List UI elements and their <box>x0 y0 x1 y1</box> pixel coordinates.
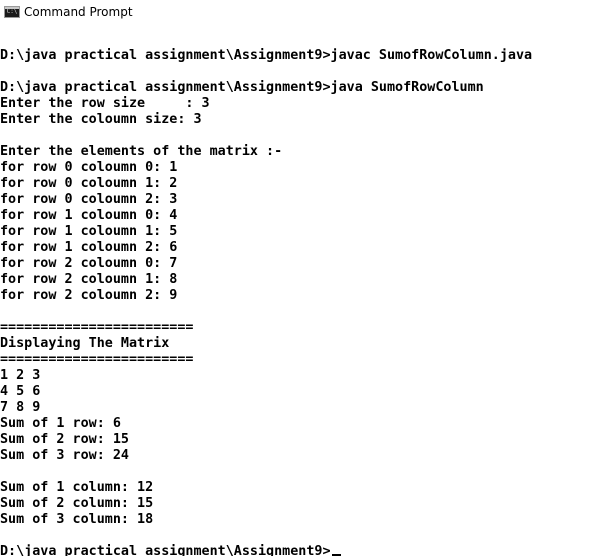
console-line: for row 1 coloumn 0: 4 <box>0 208 178 223</box>
console-line: 7 8 9 <box>0 400 41 415</box>
prompt-line[interactable]: D:\java practical assignment\Assignment9… <box>0 544 599 556</box>
title-bar[interactable]: C:\ Command Prompt <box>0 0 599 24</box>
console-line: D:\java practical assignment\Assignment9… <box>0 80 484 95</box>
console-line: for row 2 coloumn 1: 8 <box>0 272 178 287</box>
console-output[interactable]: D:\java practical assignment\Assignment9… <box>0 32 599 556</box>
console-line: Enter the coloumn size: 3 <box>0 112 202 127</box>
prompt-text: D:\java practical assignment\Assignment9… <box>0 544 331 556</box>
console-line: Displaying The Matrix <box>0 336 170 351</box>
console-line: 1 2 3 <box>0 368 41 383</box>
console-line: Sum of 2 column: 15 <box>0 496 154 511</box>
console-line: 4 5 6 <box>0 384 41 399</box>
cmd-icon: C:\ <box>4 6 20 18</box>
console-line: Sum of 1 row: 6 <box>0 416 121 431</box>
console-line: Enter the elements of the matrix :- <box>0 144 283 159</box>
console-line: Sum of 2 row: 15 <box>0 432 129 447</box>
console-line: D:\java practical assignment\Assignment9… <box>0 48 533 63</box>
console-line: for row 2 coloumn 0: 7 <box>0 256 178 271</box>
console-line: Sum of 1 column: 12 <box>0 480 154 495</box>
console-line: for row 0 coloumn 1: 2 <box>0 176 178 191</box>
console-line: Enter the row size : 3 <box>0 96 210 111</box>
console-line: for row 0 coloumn 0: 1 <box>0 160 178 175</box>
console-line: ======================== <box>0 352 194 367</box>
console-line: for row 2 coloumn 2: 9 <box>0 288 178 303</box>
window-title: Command Prompt <box>24 5 133 19</box>
console-line: Sum of 3 row: 24 <box>0 448 129 463</box>
console-line: for row 1 coloumn 2: 6 <box>0 240 178 255</box>
console-line: ======================== <box>0 320 194 335</box>
console-line: for row 1 coloumn 1: 5 <box>0 224 178 239</box>
console-line: Sum of 3 column: 18 <box>0 512 154 527</box>
console-line: for row 0 coloumn 2: 3 <box>0 192 178 207</box>
